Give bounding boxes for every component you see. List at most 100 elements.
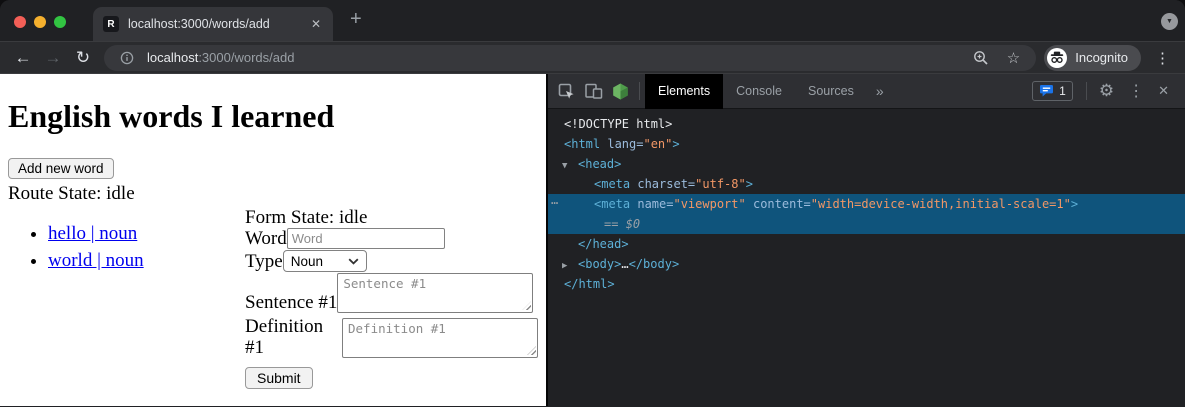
code-token: [746, 197, 753, 211]
mac-traffic-lights: [14, 16, 66, 28]
more-panels-icon[interactable]: »: [867, 83, 893, 99]
close-window-button[interactable]: [14, 16, 26, 28]
address-bar[interactable]: localhost:3000/words/add ☆: [104, 45, 1036, 71]
minimize-window-button[interactable]: [34, 16, 46, 28]
submit-button[interactable]: Submit: [245, 367, 313, 389]
type-label: Type: [245, 251, 283, 272]
issues-counter[interactable]: 1: [1032, 81, 1073, 101]
code-token: charset=: [637, 177, 695, 191]
code-token: "width=device-width,initial-scale=1": [811, 197, 1071, 211]
code-token: <meta: [594, 197, 630, 211]
extension-gem-icon[interactable]: [607, 83, 634, 100]
code-token: >: [672, 137, 679, 151]
incognito-badge: Incognito: [1044, 45, 1141, 71]
disclosure-arrow-icon[interactable]: ▼: [562, 156, 578, 176]
incognito-label: Incognito: [1075, 50, 1128, 65]
code-token: <head>: [578, 157, 621, 171]
url-host: localhost: [147, 50, 198, 65]
device-toolbar-icon[interactable]: [580, 83, 607, 99]
browser-menu-icon[interactable]: ⋮: [1149, 49, 1177, 67]
code-token: </body>: [629, 257, 680, 271]
code-token: lang=: [607, 137, 643, 151]
add-word-form: Form State: idle Word Type Noun Sentence: [245, 207, 538, 389]
code-token: >: [746, 177, 753, 191]
add-new-word-button[interactable]: Add new word: [8, 158, 114, 179]
bookmark-star-icon[interactable]: ☆: [1002, 49, 1025, 67]
issues-count: 1: [1059, 84, 1066, 98]
type-select[interactable]: Noun: [283, 250, 367, 272]
devtools-close-icon[interactable]: ✕: [1151, 83, 1178, 99]
window-content: English words I learned Add new word Rou…: [0, 74, 1185, 406]
devtools-tab-sources[interactable]: Sources: [795, 74, 867, 109]
issues-bubble-icon: [1039, 84, 1054, 98]
code-line[interactable]: ▶<body>…</body>: [548, 254, 1185, 274]
word-input[interactable]: [287, 228, 445, 249]
sentence-textarea[interactable]: [337, 273, 533, 313]
disclosure-arrow-icon[interactable]: ▶: [562, 256, 578, 276]
code-line[interactable]: …<meta name="viewport" content="width=de…: [548, 194, 1185, 214]
devtools-tabs: ElementsConsoleSources: [645, 74, 867, 109]
code-token: <html: [564, 137, 600, 151]
url-text: localhost:3000/words/add: [147, 50, 294, 65]
browser-tab[interactable]: R localhost:3000/words/add ✕: [93, 7, 333, 41]
tab-close-icon[interactable]: ✕: [309, 17, 323, 31]
code-token: </html>: [564, 277, 615, 291]
back-button[interactable]: ←: [8, 43, 38, 73]
list-item: hello | noun: [48, 223, 245, 245]
info-icon[interactable]: [115, 51, 139, 65]
code-line[interactable]: <meta charset="utf-8">: [548, 174, 1185, 194]
word-label: Word: [245, 228, 287, 249]
elements-tree: <!DOCTYPE html><html lang="en">▼<head><m…: [548, 109, 1185, 406]
code-token: >: [1071, 197, 1078, 211]
remix-favicon-icon: R: [103, 16, 119, 32]
code-line[interactable]: <!DOCTYPE html>: [548, 114, 1185, 134]
select-chevron-icon: [348, 258, 359, 265]
type-select-value: Noun: [291, 254, 323, 269]
chevron-down-icon[interactable]: ▼: [1161, 13, 1178, 30]
route-state-text: Route State: idle: [8, 183, 538, 205]
code-token: <!DOCTYPE html>: [564, 117, 672, 131]
code-token: content=: [753, 197, 811, 211]
code-token: "utf-8": [695, 177, 746, 191]
page-title: English words I learned: [8, 99, 538, 134]
devtools-tab-console[interactable]: Console: [723, 74, 795, 109]
zoom-window-button[interactable]: [54, 16, 66, 28]
code-token: ==: [604, 217, 626, 231]
word-link[interactable]: world | noun: [48, 250, 144, 271]
code-line[interactable]: <html lang="en">: [548, 134, 1185, 154]
url-path: :3000/words/add: [198, 50, 294, 65]
line-options-icon[interactable]: …: [551, 190, 558, 210]
list-item: world | noun: [48, 250, 245, 272]
definition-textarea[interactable]: [342, 318, 538, 358]
code-token: "en": [643, 137, 672, 151]
form-state-text: Form State: idle: [245, 207, 538, 228]
word-list: hello | noun world | noun: [8, 223, 245, 389]
devtools-menu-icon[interactable]: ⋮: [1121, 81, 1151, 101]
tab-title: localhost:3000/words/add: [128, 17, 300, 31]
definition-label: Definition #1: [245, 316, 342, 358]
new-tab-button[interactable]: +: [350, 8, 362, 31]
code-token: …: [621, 257, 628, 271]
browser-toolbar: ← → ↻ localhost:3000/words/add ☆ Incogni…: [0, 41, 1185, 74]
settings-gear-icon[interactable]: ⚙: [1092, 81, 1121, 101]
zoom-page-icon[interactable]: [968, 50, 994, 66]
devtools-toolbar: ElementsConsoleSources » 1 ⚙ ⋮ ✕: [548, 74, 1185, 109]
toolbar-divider: [1086, 82, 1087, 100]
code-token: "viewport": [673, 197, 745, 211]
toolbar-divider: [639, 82, 640, 100]
word-link[interactable]: hello | noun: [48, 223, 137, 244]
code-token: name=: [637, 197, 673, 211]
code-line[interactable]: == $0: [548, 214, 1185, 234]
code-line[interactable]: ▼<head>: [548, 154, 1185, 174]
code-line[interactable]: </html>: [548, 274, 1185, 294]
devtools-tab-elements[interactable]: Elements: [645, 74, 723, 109]
code-token: <body>: [578, 257, 621, 271]
forward-button[interactable]: →: [38, 43, 68, 73]
code-token: </head>: [578, 237, 629, 251]
devtools-panel: ElementsConsoleSources » 1 ⚙ ⋮ ✕ <!DOCTY…: [546, 74, 1185, 406]
reload-button[interactable]: ↻: [68, 43, 98, 73]
inspect-element-icon[interactable]: [553, 83, 580, 100]
code-token: <meta: [594, 177, 630, 191]
browser-window: R localhost:3000/words/add ✕ + ▼ ← → ↻ l…: [0, 0, 1185, 407]
code-line[interactable]: </head>: [548, 234, 1185, 254]
